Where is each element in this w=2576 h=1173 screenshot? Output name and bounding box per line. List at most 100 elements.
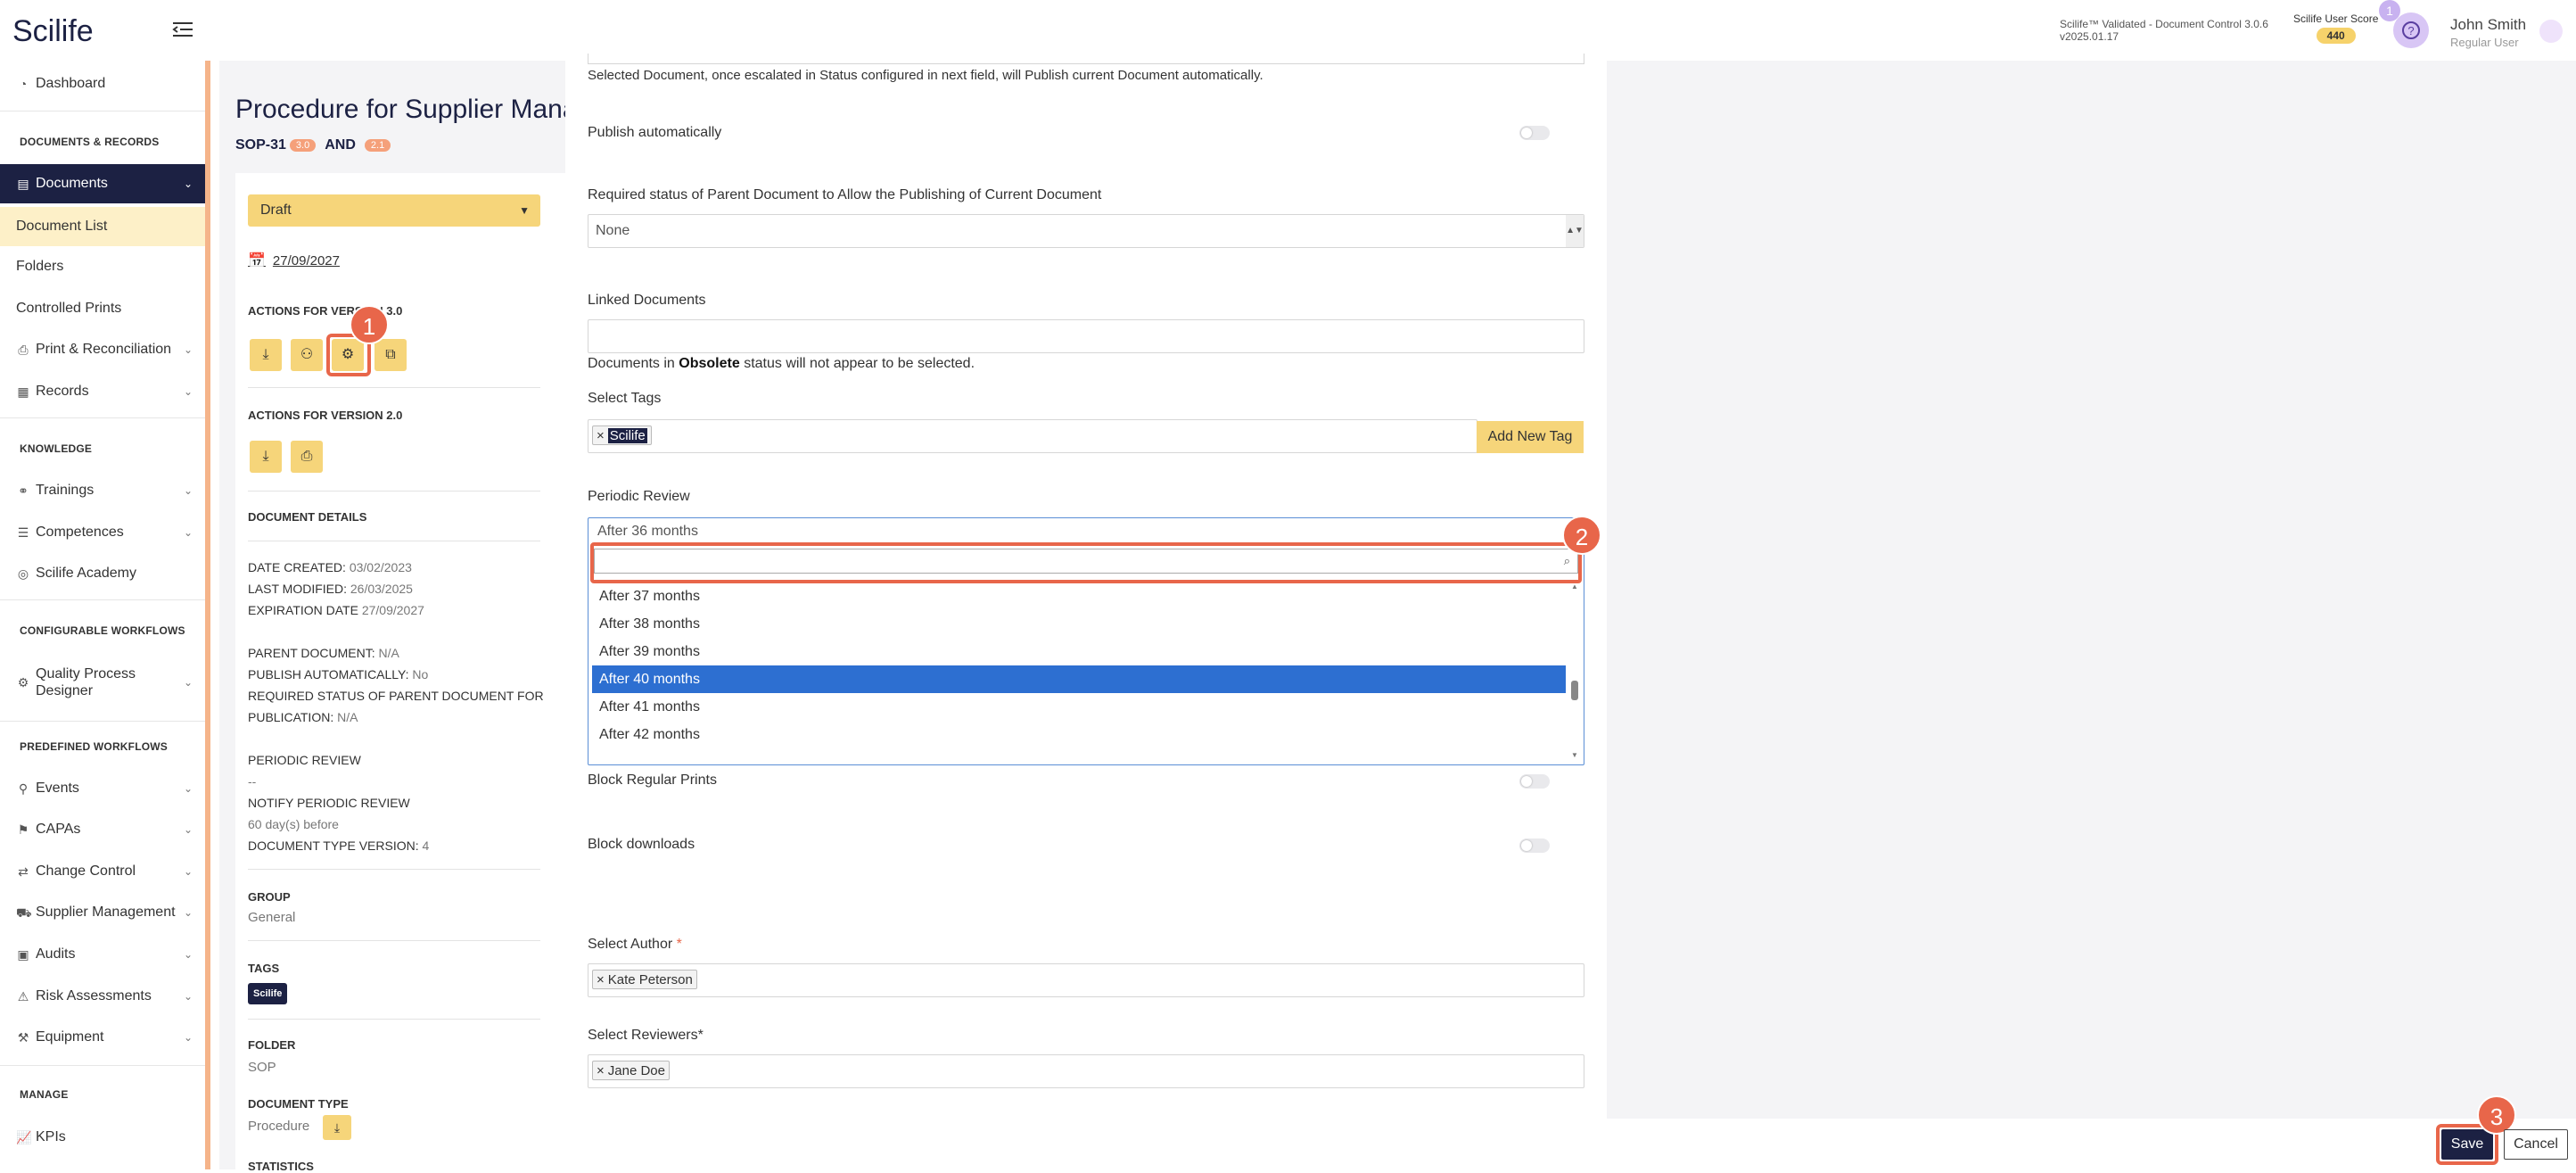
sidebar-item-document-list[interactable]: Document List: [0, 207, 205, 246]
sidebar-item-competences[interactable]: ☰ Competences ⌄: [0, 513, 205, 552]
remove-icon[interactable]: ×: [597, 1063, 605, 1078]
download-icon[interactable]: ⤓: [323, 1115, 351, 1140]
tag-chip[interactable]: × Scilife: [592, 425, 652, 445]
app-logo[interactable]: Scilife: [12, 14, 94, 49]
page-title: Procedure for Supplier Management: [235, 95, 565, 124]
dashboard-icon: ◔: [19, 77, 28, 91]
sidebar-item-folders[interactable]: Folders: [0, 247, 205, 286]
sidebar-item-dashboard[interactable]: ◔ Dashboard: [0, 64, 205, 103]
sidebar-item-risk-assessments[interactable]: ⚠ Risk Assessments ⌄: [0, 977, 205, 1016]
sidebar-item-label: Documents: [36, 176, 108, 191]
sidebar-item-documents[interactable]: ▤ Documents ⌄: [0, 164, 205, 203]
label: PUBLISH AUTOMATICALLY:: [248, 667, 409, 681]
divider: [248, 491, 540, 492]
chevron-down-icon: ⌄: [183, 178, 193, 190]
sidebar-item-change-control[interactable]: ⇄ Change Control ⌄: [0, 852, 205, 891]
chevron-down-icon: ⌄: [183, 906, 193, 919]
notify-value: 60 day(s) before: [248, 817, 339, 831]
sidebar-item-events[interactable]: ⚲ Events ⌄: [0, 769, 205, 808]
capas-icon: ⚑: [17, 822, 29, 837]
scroll-down-icon[interactable]: ▼: [1569, 751, 1580, 759]
value: 4: [422, 838, 430, 853]
reviewers-input[interactable]: × Jane Doe: [588, 1054, 1584, 1088]
dropdown-scrollbar[interactable]: ▲ ▼: [1569, 582, 1580, 759]
section-heading: MANAGE: [20, 1088, 69, 1101]
label: EXPIRATION DATE: [248, 603, 358, 617]
doc-type-value: Procedure: [248, 1119, 310, 1134]
doc-code: SOP-31: [235, 137, 286, 153]
sidebar-item-academy[interactable]: ◎ Scilife Academy: [0, 554, 205, 593]
chip-label: Kate Peterson: [607, 971, 693, 987]
dropdown-option[interactable]: After 41 months: [592, 693, 1566, 721]
sidebar-item-controlled-prints[interactable]: Controlled Prints: [0, 289, 205, 328]
block-downloads-toggle[interactable]: [1519, 838, 1550, 853]
divider: [248, 869, 540, 870]
copy-button[interactable]: ⧉: [374, 339, 407, 371]
status-dropdown[interactable]: Draft ▼: [248, 194, 540, 227]
parent-document: PARENT DOCUMENT: N/A: [248, 646, 399, 660]
dropdown-option-selected[interactable]: After 40 months: [592, 665, 1566, 693]
sidebar-item-quality-process-designer[interactable]: ⚙ Quality Process Designer ⌄: [0, 660, 205, 705]
sidebar-item-label: KPIs: [36, 1129, 66, 1144]
divider: [248, 387, 540, 388]
avatar[interactable]: [2539, 20, 2563, 43]
calendar-icon: 📅: [248, 253, 266, 268]
dropdown-option[interactable]: After 39 months: [592, 638, 1566, 665]
folder-value: SOP: [248, 1060, 276, 1075]
sidebar-item-print-reconciliation[interactable]: ⎙ Print & Reconciliation ⌄: [0, 330, 205, 369]
print-button[interactable]: ⎙: [291, 441, 323, 473]
sidebar-item-audits[interactable]: ▣ Audits ⌄: [0, 935, 205, 974]
previous-field[interactable]: [588, 54, 1584, 64]
document-code: SOP-31 3.0 AND 2.1: [235, 137, 391, 153]
equipment-icon: ⚒: [17, 1030, 29, 1045]
download-button[interactable]: ⤓: [250, 441, 282, 473]
value: 27/09/2027: [361, 603, 424, 617]
label-line: Designer: [36, 683, 94, 698]
user-name[interactable]: John Smith: [2450, 16, 2526, 34]
audits-icon: ▣: [17, 947, 29, 962]
linked-documents-input[interactable]: [588, 319, 1584, 353]
value: 03/02/2023: [349, 560, 412, 574]
sidebar-item-kpis[interactable]: 📈 KPIs: [0, 1118, 205, 1157]
due-date[interactable]: 📅 27/09/2027: [248, 252, 340, 269]
user-button[interactable]: ⚇: [291, 339, 323, 371]
section-heading: DOCUMENT TYPE: [248, 1097, 349, 1111]
label: DATE CREATED:: [248, 560, 346, 574]
sidebar-item-trainings[interactable]: ⚭ Trainings ⌄: [0, 471, 205, 510]
help-icon[interactable]: ?: [2393, 12, 2429, 48]
author-input[interactable]: × Kate Peterson: [588, 963, 1584, 997]
remove-icon[interactable]: ×: [597, 428, 605, 443]
cancel-button[interactable]: Cancel: [2504, 1129, 2568, 1160]
remove-icon[interactable]: ×: [597, 972, 605, 987]
sidebar-item-equipment[interactable]: ⚒ Equipment ⌄: [0, 1018, 205, 1057]
scroll-up-icon[interactable]: ▲: [1569, 582, 1580, 591]
author-chip[interactable]: × Kate Peterson: [592, 970, 697, 989]
version-badge: 2.1: [364, 139, 391, 152]
sidebar-item-records[interactable]: ▦ Records ⌄: [0, 372, 205, 411]
sidebar-item-capas[interactable]: ⚑ CAPAs ⌄: [0, 810, 205, 849]
menu-toggle-icon[interactable]: [171, 20, 194, 39]
dropdown-option[interactable]: After 38 months: [592, 610, 1566, 638]
publish-automatically: PUBLISH AUTOMATICALLY: No: [248, 667, 428, 681]
tag-chip[interactable]: Scilife: [248, 983, 288, 1004]
user-score: Scilife User Score 440: [2293, 12, 2378, 44]
required-status-select[interactable]: None ▲▼: [588, 214, 1584, 248]
version-badge: 3.0: [289, 139, 317, 152]
records-icon: ▦: [17, 384, 29, 399]
scroll-thumb[interactable]: [1571, 681, 1578, 700]
reviewer-chip[interactable]: × Jane Doe: [592, 1061, 670, 1080]
section-heading: CONFIGURABLE WORKFLOWS: [20, 624, 185, 637]
add-new-tag-button[interactable]: Add New Tag: [1477, 421, 1584, 453]
chevron-down-icon: ⌄: [183, 948, 193, 961]
tags-input[interactable]: × Scilife: [588, 419, 1477, 453]
required-status-label: REQUIRED STATUS OF PARENT DOCUMENT FOR: [248, 689, 544, 703]
block-prints-toggle[interactable]: [1519, 774, 1550, 789]
download-button[interactable]: ⤓: [250, 339, 282, 371]
divider: [248, 1019, 540, 1020]
caret-down-icon: ▼: [519, 204, 530, 217]
sidebar-item-supplier-management[interactable]: ⛟ Supplier Management ⌄: [0, 893, 205, 932]
dropdown-option[interactable]: After 42 months: [592, 721, 1566, 748]
publish-automatically-toggle[interactable]: [1519, 126, 1550, 140]
chevron-down-icon: ⌄: [183, 865, 193, 878]
dropdown-option[interactable]: After 37 months: [592, 582, 1566, 610]
